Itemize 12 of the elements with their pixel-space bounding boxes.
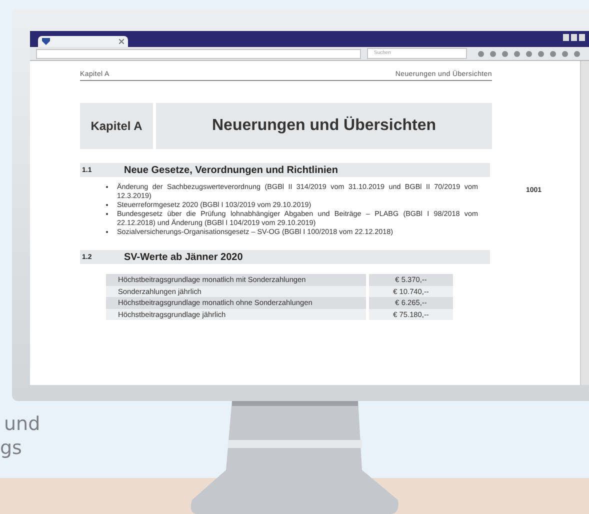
close-icon[interactable] bbox=[119, 39, 124, 44]
window-controls-icon[interactable] bbox=[563, 34, 585, 41]
background-caption: und bbox=[3, 412, 40, 436]
shield-icon bbox=[42, 38, 50, 45]
address-field[interactable] bbox=[36, 48, 361, 58]
section-title: Neue Gesetze, Verordnungen und Richtlinien bbox=[124, 164, 338, 176]
browser-tab[interactable] bbox=[38, 36, 128, 47]
scrollbar[interactable] bbox=[580, 61, 589, 385]
section-title: SV-Werte ab Jänner 2020 bbox=[124, 252, 243, 262]
background-caption: gs bbox=[0, 436, 23, 460]
chapter-title: Neuerungen und Übersichten bbox=[156, 103, 492, 149]
chapter-label: Kapitel A bbox=[80, 103, 153, 149]
